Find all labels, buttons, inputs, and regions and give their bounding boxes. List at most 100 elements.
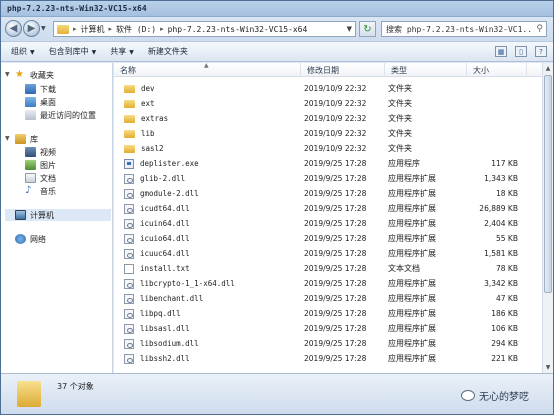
expand-arrow-icon[interactable]: ▼ [5, 135, 10, 142]
include-library-button[interactable]: 包含到库中 ▼ [49, 46, 97, 57]
folder-icon [17, 381, 41, 407]
file-row[interactable]: libenchant.dll 2019/9/25 17:28 应用程序扩展 47 KB [114, 291, 542, 306]
file-row[interactable]: icuuc64.dll 2019/9/25 17:28 应用程序扩展 1,581 KB [114, 246, 542, 261]
include-library-label: 包含到库中 [48, 47, 89, 56]
breadcrumb-computer[interactable]: 计算机 [81, 24, 105, 35]
file-row[interactable]: install.txt 2019/9/25 17:28 文本文档 78 KB [114, 261, 542, 276]
column-date[interactable]: 修改日期 [301, 63, 385, 77]
forward-button[interactable]: ▶ [23, 20, 40, 37]
nav-music-label: 音乐 [40, 186, 56, 196]
organize-button[interactable]: 组织 ▼ [11, 46, 35, 57]
file-size: 294 KB [491, 339, 518, 348]
chevron-down-icon: ▼ [30, 49, 35, 56]
nav-computer[interactable]: 计算机 [5, 209, 111, 221]
file-name: icuin64.dll [140, 219, 190, 228]
file-date: 2019/10/9 22:32 [304, 129, 367, 138]
breadcrumb-folder[interactable]: php-7.2.23-nts-Win32-VC15-x64 [168, 25, 308, 34]
file-name-cell: install.txt [124, 261, 302, 276]
column-size[interactable]: 大小 [467, 63, 527, 77]
file-size: 221 KB [491, 354, 518, 363]
file-row[interactable]: dev 2019/10/9 22:32 文件夹 [114, 81, 542, 96]
column-name-label: 名称 [120, 65, 136, 75]
recent-pages-dropdown[interactable]: ▼ [41, 25, 46, 32]
file-date: 2019/9/25 17:28 [304, 174, 367, 183]
file-size [464, 141, 518, 156]
chevron-down-icon[interactable]: ▼ [347, 25, 352, 33]
file-row[interactable]: icudt64.dll 2019/9/25 17:28 应用程序扩展 26,889 K… [114, 201, 542, 216]
help-icon[interactable]: ? [535, 46, 547, 57]
file-date: 2019/9/25 17:28 [304, 204, 367, 213]
nav-favorites-label: 收藏夹 [30, 70, 54, 80]
file-row[interactable]: ext 2019/10/9 22:32 文件夹 [114, 96, 542, 111]
nav-documents[interactable]: 文档 [25, 172, 56, 184]
breadcrumb-drive[interactable]: 软件 (D:) [116, 24, 156, 35]
file-row[interactable]: gmodule-2.dll 2019/9/25 17:28 应用程序扩展 18 KB [114, 186, 542, 201]
share-button[interactable]: 共享 ▼ [110, 46, 134, 57]
title-bar[interactable]: php-7.2.23-nts-Win32-VC15-x64 [1, 1, 553, 17]
file-date: 2019/9/25 17:28 [304, 264, 367, 273]
dll-file-icon [124, 173, 134, 184]
navigation-pane: ▼ ★ 收藏夹 下载 桌面 最近访问的位置 ▼ 库 视频 图片 文档 ♪ 音乐 … [1, 63, 113, 373]
file-type: 应用程序扩展 [388, 354, 436, 363]
chevron-down-icon: ▼ [91, 49, 97, 56]
chevron-right-icon[interactable]: ▸ [109, 25, 113, 33]
chevron-right-icon: ▸ [73, 25, 77, 33]
chevron-down-icon: ▼ [129, 49, 134, 56]
vertical-scrollbar[interactable]: ▲ ▼ [542, 63, 553, 373]
file-name-cell: icuuc64.dll [124, 246, 302, 261]
file-row[interactable]: icuio64.dll 2019/9/25 17:28 应用程序扩展 55 KB [114, 231, 542, 246]
file-name: lib [141, 129, 155, 138]
file-name-cell: libsodium.dll [124, 336, 302, 351]
dll-file-icon [124, 278, 134, 289]
details-pane: 37 个对象 无心的梦呓 [1, 373, 553, 414]
back-button[interactable]: ◀ [5, 20, 22, 37]
file-name-cell: libsasl.dll [124, 321, 302, 336]
file-type: 文件夹 [388, 84, 412, 93]
nav-recent[interactable]: 最近访问的位置 [25, 109, 96, 121]
dll-file-icon [124, 203, 134, 214]
file-date: 2019/9/25 17:28 [304, 309, 367, 318]
column-type[interactable]: 类型 [385, 63, 467, 77]
refresh-button[interactable]: ↻ [359, 21, 376, 37]
scrollbar-thumb[interactable] [544, 75, 552, 293]
nav-libraries[interactable]: 库 [15, 133, 38, 145]
search-icon[interactable]: ⚲ [536, 24, 543, 34]
file-name: gmodule-2.dll [140, 189, 199, 198]
dll-file-icon [124, 338, 134, 349]
expand-arrow-icon[interactable]: ▼ [5, 71, 10, 78]
nav-favorites[interactable]: ★ 收藏夹 [15, 69, 54, 81]
dll-file-icon [124, 293, 134, 304]
view-options-icon[interactable]: ▦ [495, 46, 507, 57]
nav-pictures[interactable]: 图片 [25, 159, 56, 171]
nav-music[interactable]: ♪ 音乐 [25, 185, 56, 197]
file-size: 78 KB [496, 264, 518, 273]
file-row[interactable]: libssh2.dll 2019/9/25 17:28 应用程序扩展 221 KB [114, 351, 542, 366]
file-row[interactable]: icuin64.dll 2019/9/25 17:28 应用程序扩展 2,404 KB [114, 216, 542, 231]
file-date: 2019/9/25 17:28 [304, 249, 367, 258]
nav-desktop[interactable]: 桌面 [25, 96, 56, 108]
nav-downloads[interactable]: 下载 [25, 83, 56, 95]
column-name[interactable]: 名称 ▲ [114, 63, 301, 77]
file-type: 应用程序扩展 [388, 249, 436, 258]
file-row[interactable]: libcrypto-1_1-x64.dll 2019/9/25 17:28 应用程序… [114, 276, 542, 291]
search-input[interactable]: 搜索 php-7.2.23-nts-Win32-VC1... ⚲ [381, 21, 547, 37]
file-row[interactable]: lib 2019/10/9 22:32 文件夹 [114, 126, 542, 141]
file-size: 55 KB [496, 234, 518, 243]
file-size: 117 KB [491, 159, 518, 168]
nav-videos[interactable]: 视频 [25, 146, 56, 158]
preview-pane-icon[interactable]: ▯ [515, 46, 527, 57]
scroll-down-icon[interactable]: ▼ [543, 362, 553, 373]
file-row[interactable]: libsodium.dll 2019/9/25 17:28 应用程序扩展 294 KB [114, 336, 542, 351]
scroll-up-icon[interactable]: ▲ [543, 63, 553, 74]
file-type: 应用程序 [388, 159, 420, 168]
chevron-right-icon[interactable]: ▸ [160, 25, 164, 33]
file-row[interactable]: glib-2.dll 2019/9/25 17:28 应用程序扩展 1,343 KB [114, 171, 542, 186]
address-bar[interactable]: ▸ 计算机 ▸ 软件 (D:) ▸ php-7.2.23-nts-Win32-V… [53, 21, 356, 37]
nav-network[interactable]: 网络 [15, 233, 46, 245]
file-row[interactable]: extras 2019/10/9 22:32 文件夹 [114, 111, 542, 126]
file-row[interactable]: libpq.dll 2019/9/25 17:28 应用程序扩展 186 KB [114, 306, 542, 321]
new-folder-button[interactable]: 新建文件夹 [148, 46, 188, 57]
file-row[interactable]: deplister.exe 2019/9/25 17:28 应用程序 117 KB [114, 156, 542, 171]
file-row[interactable]: sasl2 2019/10/9 22:32 文件夹 [114, 141, 542, 156]
file-row[interactable]: libsasl.dll 2019/9/25 17:28 应用程序扩展 106 KB [114, 321, 542, 336]
